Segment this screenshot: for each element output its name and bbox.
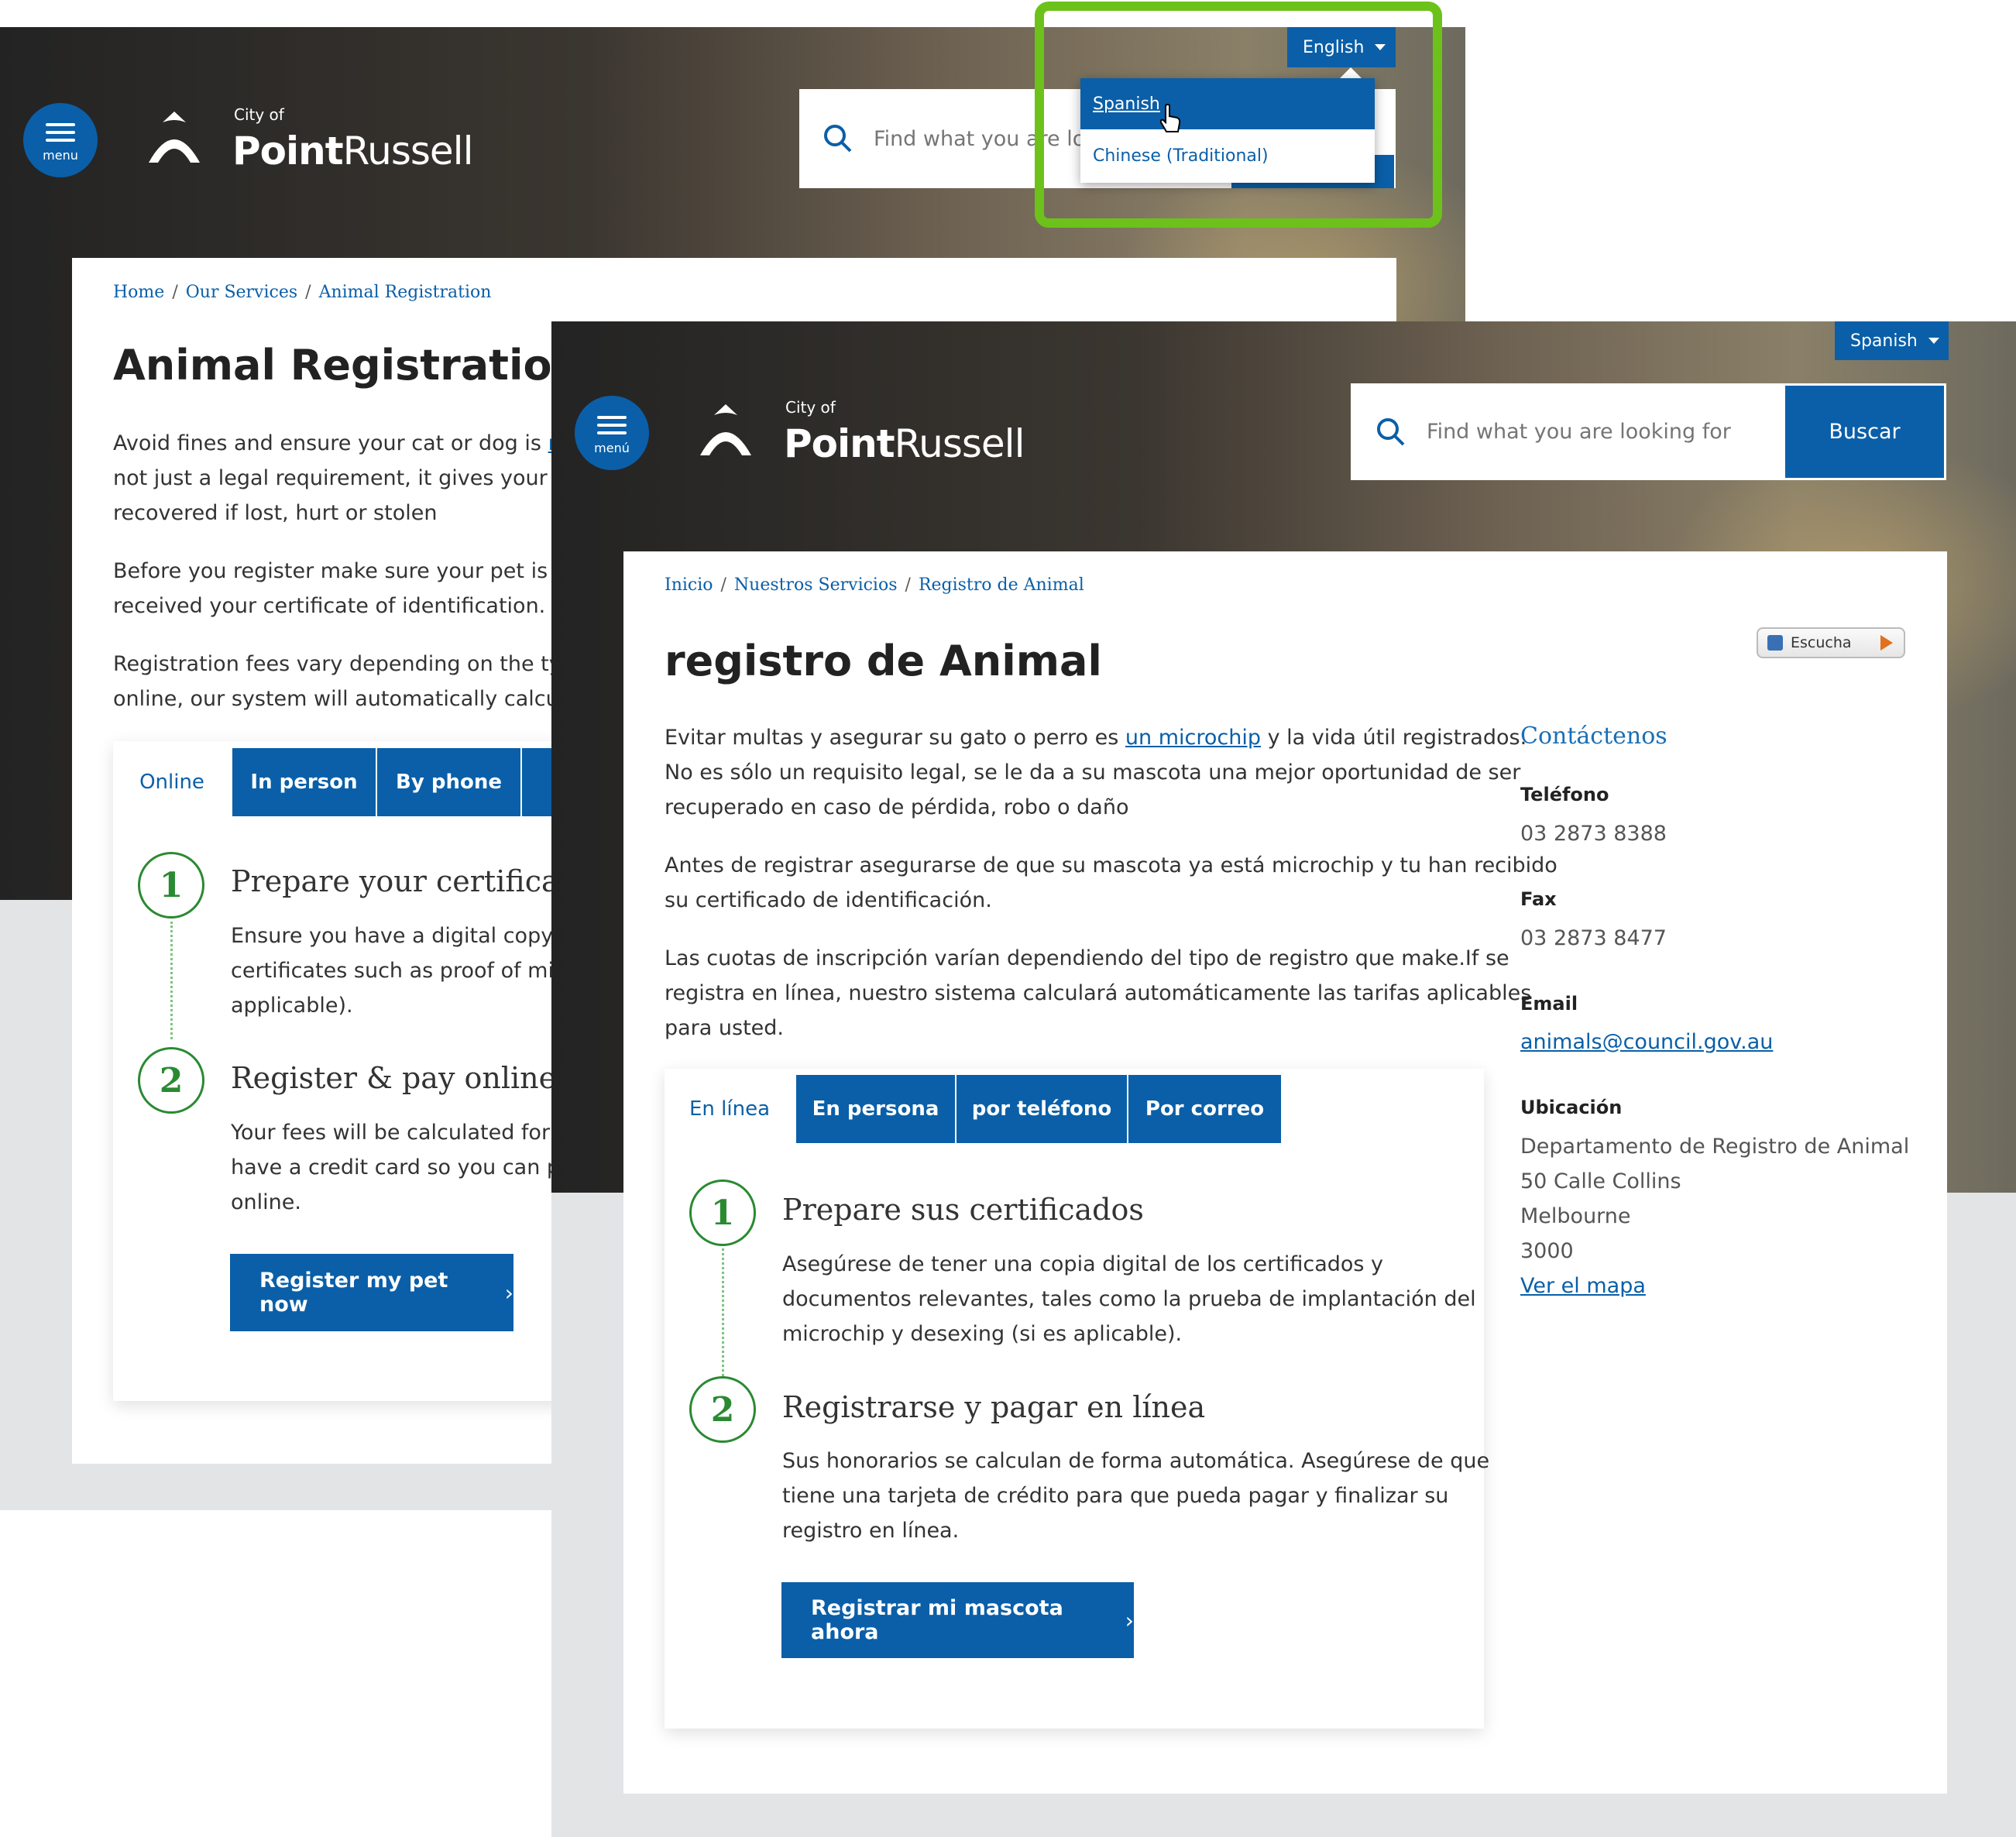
hamburger-icon (46, 118, 75, 146)
front-menu-button[interactable]: menú (575, 396, 649, 470)
front-search-input[interactable] (1425, 419, 1786, 445)
address-line: 3000 (1520, 1239, 1574, 1263)
register-pet-button[interactable]: Registrar mi mascota ahora › (781, 1582, 1134, 1658)
logo-name-bold: Point (232, 129, 344, 173)
back-step-1-number: 1 (138, 852, 204, 918)
front-logo[interactable]: City of PointRussell (697, 393, 1025, 471)
chevron-right-icon: › (1125, 1607, 1134, 1633)
tab-by-phone[interactable]: By phone (377, 748, 522, 816)
fax-label: Fax (1520, 888, 1557, 910)
arch-logo-icon (149, 112, 200, 163)
menu-label: menú (594, 440, 630, 455)
play-icon (1880, 635, 1893, 651)
back-logo[interactable]: City of PointRussell (146, 101, 474, 178)
phone-value: 03 2873 8388 (1520, 822, 1667, 846)
front-step-1-title: Prepare sus certificados (782, 1193, 1144, 1227)
location-label: Ubicación (1520, 1097, 1623, 1118)
phone-label: Teléfono (1520, 784, 1609, 805)
tab-online[interactable]: En línea (665, 1075, 796, 1143)
back-para-2: Before you register make sure your pet i… (113, 559, 607, 618)
listen-button[interactable]: Escucha (1757, 627, 1905, 658)
front-para-2: Antes de registrar asegurarse de que su … (665, 853, 1558, 912)
logo-name-bold: Point (784, 421, 895, 466)
logo-name: PointRussell (232, 129, 474, 173)
contact-heading: Contáctenos (1520, 723, 1667, 750)
tab-in-person[interactable]: En persona (796, 1075, 956, 1143)
email-label: Email (1520, 993, 1578, 1015)
chevron-right-icon: › (504, 1279, 513, 1306)
tab-by-mail[interactable]: Por correo (1128, 1075, 1283, 1143)
search-icon (824, 125, 852, 153)
back-menu-button[interactable]: menu (23, 103, 98, 177)
address-line: Departamento de Registro de Animal (1520, 1135, 1910, 1159)
back-step-1-title: Prepare your certificate (231, 864, 589, 898)
front-step-2-title: Registrarse y pagar en línea (782, 1390, 1206, 1424)
back-breadcrumb: Home / Our Services / Animal Registration (113, 283, 492, 302)
logo-city-of: City of (234, 105, 284, 124)
back-step-1-text: Ensure you have a digital copy of certif… (231, 924, 586, 1018)
tab-in-person[interactable]: In person (232, 748, 377, 816)
breadcrumb-current[interactable]: Registro de Animal (919, 575, 1084, 595)
back-intro: Avoid fines and ensure your cat or dog i… (113, 426, 608, 716)
back-page-title: Animal Registration (113, 341, 582, 390)
breadcrumb-services[interactable]: Our Services (186, 283, 297, 302)
breadcrumb-services[interactable]: Nuestros Servicios (734, 575, 898, 595)
email-link[interactable]: animals@council.gov.au (1520, 1025, 1773, 1059)
front-step-1-number: 1 (689, 1179, 756, 1246)
breadcrumb-home[interactable]: Home (113, 283, 164, 302)
fax-value: 03 2873 8477 (1520, 926, 1667, 950)
back-step-2-text: Your fees will be calculated for yo have… (231, 1121, 586, 1214)
tab-by-phone[interactable]: por teléfono (956, 1075, 1128, 1143)
front-language-selector[interactable]: Spanish (1835, 321, 1949, 360)
listen-label: Escucha (1791, 634, 1852, 651)
logo-city-of: City of (785, 398, 836, 417)
menu-label: menu (43, 147, 78, 163)
search-icon (1377, 417, 1405, 445)
back-white-below (0, 1510, 551, 1837)
register-pet-button[interactable]: Register my pet now › (230, 1254, 513, 1331)
back-step-2-title: Register & pay online (231, 1061, 557, 1095)
front-breadcrumb: Inicio / Nuestros Servicios / Registro de An… (665, 575, 1084, 595)
tab-online[interactable]: Online (113, 748, 232, 816)
language-selected: Spanish (1850, 331, 1918, 351)
caret-down-icon (1928, 338, 1939, 344)
front-intro: Evitar multas y asegurar su gato o perro… (665, 720, 1558, 1046)
front-search-bar[interactable] (1351, 383, 1786, 480)
back-para-1: Avoid fines and ensure your cat or dog i… (113, 431, 608, 525)
breadcrumb-current[interactable]: Animal Registration (319, 283, 492, 302)
back-para-3: Registration fees vary depending on the … (113, 652, 607, 711)
address-line: 50 Calle Collins (1520, 1169, 1681, 1193)
front-para-3: Las cuotas de inscripción varían dependi… (665, 946, 1532, 1040)
front-step-2-number: 2 (689, 1376, 756, 1443)
front-page-title: registro de Animal (665, 637, 1102, 685)
hamburger-icon (597, 411, 627, 439)
microchip-link[interactable]: un microchip (1125, 726, 1261, 750)
language-highlight-box (1035, 2, 1442, 228)
front-step-2-text: Sus honorarios se calculan de forma auto… (782, 1449, 1490, 1543)
address-line: Melbourne (1520, 1204, 1631, 1228)
map-link[interactable]: Ver el mapa (1520, 1274, 1646, 1298)
back-step-2-number: 2 (138, 1047, 204, 1114)
logo-name: PointRussell (784, 421, 1025, 466)
arch-logo-icon (700, 404, 751, 455)
front-tabs: En línea En persona por teléfono Por cor… (665, 1075, 1283, 1143)
logo-name-rest: Russell (894, 421, 1025, 466)
address: Departamento de Registro de Animal 50 Ca… (1520, 1129, 1909, 1303)
front-step-connector (722, 1248, 724, 1376)
breadcrumb-home[interactable]: Inicio (665, 575, 713, 595)
speaker-icon (1767, 635, 1783, 651)
back-step-connector (170, 922, 173, 1039)
front-step-1-text: Asegúrese de tener una copia digital de … (782, 1252, 1476, 1346)
front-para-1: Evitar multas y asegurar su gato o perro… (665, 726, 1527, 819)
logo-name-rest: Russell (342, 129, 474, 173)
search-button[interactable]: Buscar (1783, 383, 1946, 480)
